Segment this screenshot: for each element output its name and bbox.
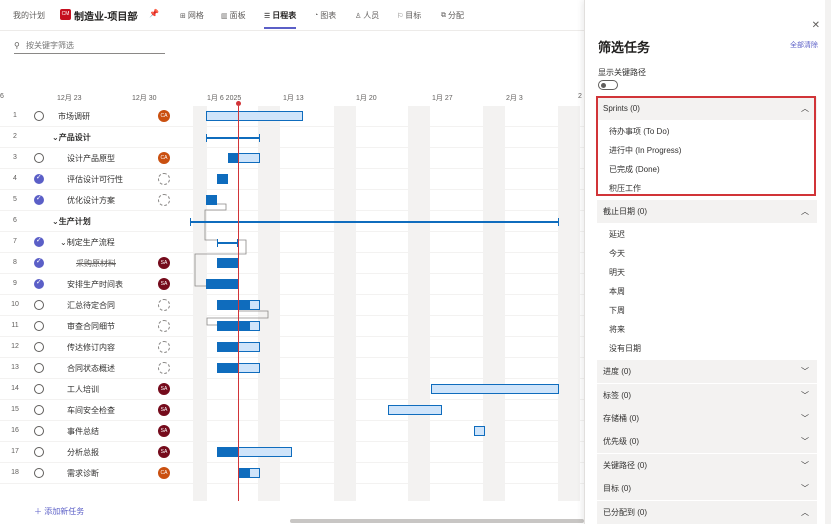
filter-option[interactable]: 今天 (609, 248, 625, 259)
close-icon[interactable]: ✕ (812, 20, 820, 31)
plan-badge-icon: CM (60, 9, 71, 20)
filter-option[interactable]: 进行中 (In Progress) (609, 145, 681, 156)
section-header[interactable]: 存储桶 (0) ﹀ (597, 407, 817, 430)
group-bar (206, 134, 260, 142)
filter-panel: ✕ 筛选任务 全部清除 显示关键路径 Sprints (0) ︿ 待办事项 (To… (584, 0, 832, 524)
group-bar (190, 218, 559, 226)
task-bar[interactable] (206, 111, 303, 121)
my-plans-link[interactable]: 我的计划 (13, 10, 45, 21)
filter-option[interactable]: 没有日期 (609, 343, 641, 354)
task-bar[interactable] (217, 447, 292, 457)
task-bar[interactable] (206, 279, 238, 289)
chevron-down-icon[interactable]: ⌄ (133, 10, 140, 19)
panel-scrollbar[interactable] (825, 0, 831, 524)
section-header[interactable]: 进度 (0) ﹀ (597, 360, 817, 383)
tab-board[interactable]: ▥ 面板 (221, 10, 246, 21)
search-input[interactable] (26, 41, 161, 50)
task-bar[interactable] (238, 468, 260, 478)
chevron-up-icon: ︿ (801, 508, 809, 517)
plan-name[interactable]: 制造业-项目部 (74, 8, 137, 23)
tab-charts[interactable]: ◔ 图表 (314, 10, 336, 21)
critical-path-toggle[interactable] (598, 80, 618, 90)
tab-people[interactable]: ♙ 人员 (355, 10, 379, 21)
task-bar[interactable] (217, 258, 238, 268)
filter-option[interactable]: 延迟 (609, 229, 625, 240)
filter-option[interactable]: 将来 (609, 324, 625, 335)
board-icon: ▥ (221, 12, 228, 20)
task-bar[interactable] (217, 174, 228, 184)
filter-option[interactable]: 已完成 (Done) (609, 164, 660, 175)
section-header[interactable]: 关键路径 (0) ﹀ (597, 454, 817, 477)
timeline-icon: ☰ (264, 12, 271, 20)
chevron-down-icon: ﹀ (801, 414, 809, 423)
filter-option[interactable]: 下周 (609, 305, 625, 316)
chevron-down-icon: ﹀ (801, 391, 809, 400)
chevron-up-icon: ︿ (801, 207, 809, 216)
timeline-tick: 6 (0, 93, 4, 100)
task-bar[interactable] (206, 195, 217, 205)
pin-icon[interactable]: 📌 (149, 9, 159, 18)
chevron-up-icon: ︿ (801, 104, 809, 113)
filter-option[interactable]: 积压工作 (609, 183, 641, 194)
section-header[interactable]: 优先级 (0) ﹀ (597, 430, 817, 453)
goal-icon: ⚐ (397, 12, 404, 20)
task-bar[interactable] (388, 405, 442, 415)
section-header[interactable]: Sprints (0) ︿ (597, 97, 817, 120)
filter-option[interactable]: 待办事项 (To Do) (609, 126, 669, 137)
group-bar (217, 239, 238, 247)
tab-assign[interactable]: ⧉ 分配 (441, 10, 464, 21)
share-icon: ⧉ (441, 11, 446, 19)
section-header[interactable]: 已分配到 (0) ︿ (597, 501, 817, 524)
panel-title: 筛选任务 (598, 40, 651, 55)
chart-icon: ◔ (314, 12, 319, 19)
section-header[interactable]: 截止日期 (0) ︿ (597, 200, 817, 223)
chevron-down-icon: ﹀ (801, 461, 809, 470)
tab-timeline[interactable]: ☰ 日程表 (264, 10, 297, 29)
chevron-down-icon: ﹀ (801, 437, 809, 446)
grid-icon: ⊞ (180, 12, 186, 20)
filter-option[interactable]: 明天 (609, 267, 625, 278)
critical-path-label: 显示关键路径 (598, 68, 646, 77)
tab-goals[interactable]: ⚐ 目标 (397, 10, 421, 21)
people-icon: ♙ (355, 12, 362, 20)
dependency-lines (194, 203, 269, 326)
search-icon: ⚲ (14, 41, 20, 50)
task-bar[interactable] (474, 426, 485, 436)
today-line (238, 106, 239, 501)
chevron-down-icon: ﹀ (801, 484, 809, 493)
clear-all-link[interactable]: 全部清除 (790, 40, 818, 50)
top-nav-bar: 我的计划 CM 制造业-项目部 ⌄ 📌 ⊞ 网格 ▥ 面板 ☰ 日程表 ◔ 图表 ♙ 人员… (0, 0, 584, 31)
task-bar[interactable] (228, 153, 260, 163)
section-header[interactable]: 标签 (0) ﹀ (597, 384, 817, 407)
task-bar[interactable] (431, 384, 559, 394)
chevron-down-icon: ﹀ (801, 367, 809, 376)
filter-search-box: ⚲ (14, 38, 165, 54)
tab-grid[interactable]: ⊞ 网格 (180, 10, 204, 21)
filter-option[interactable]: 本周 (609, 286, 625, 297)
timeline-tick: 2 (578, 93, 582, 100)
section-header[interactable]: 目标 (0) ﹀ (597, 477, 817, 500)
